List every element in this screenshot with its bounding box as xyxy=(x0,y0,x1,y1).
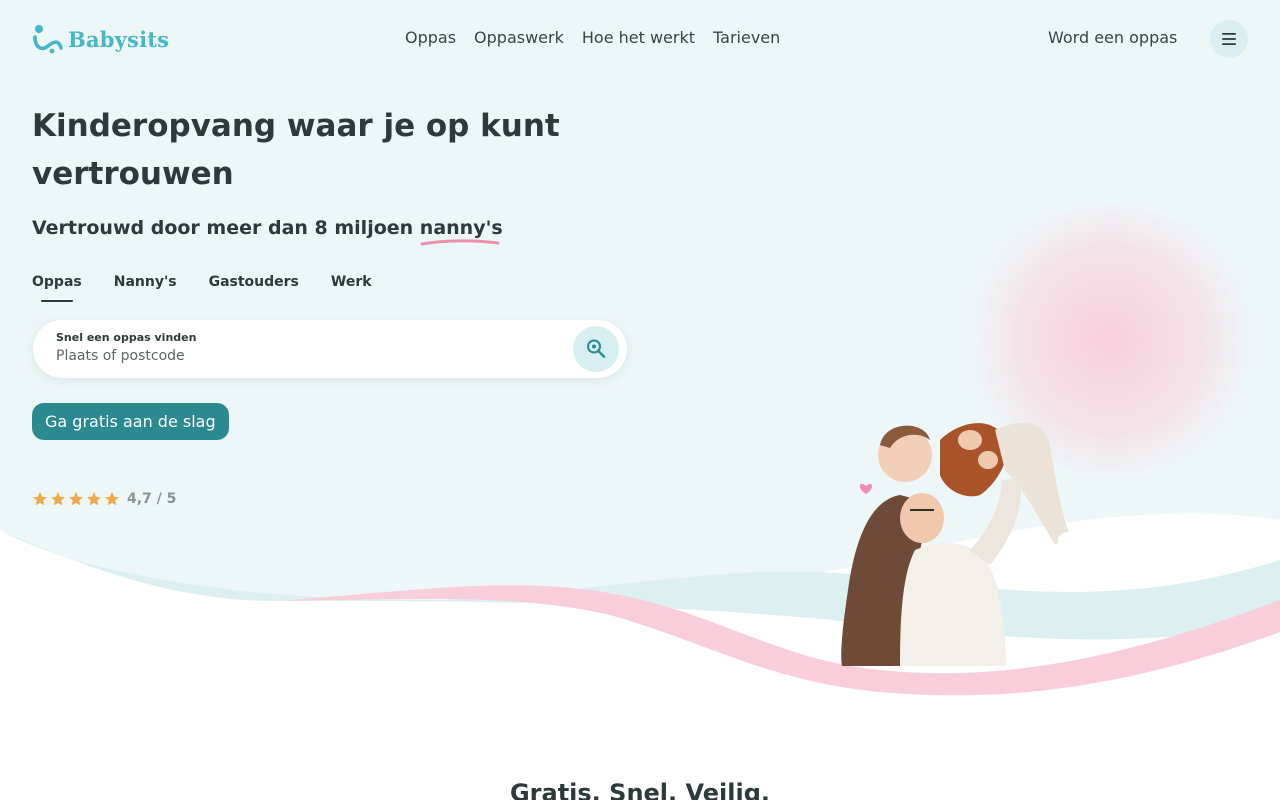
tab-nannys[interactable]: Nanny's xyxy=(114,274,177,298)
rating-score: 4,7 / 5 xyxy=(127,491,177,507)
heart-icon xyxy=(859,483,873,494)
search-box: Snel een oppas vinden xyxy=(33,320,627,378)
star-icon xyxy=(87,492,101,506)
search-button[interactable] xyxy=(573,326,619,372)
hero-subtitle-highlight: nanny's xyxy=(419,217,503,246)
star-icon xyxy=(33,492,47,506)
star-icon xyxy=(51,492,65,506)
section-heading: Gratis. Snel. Veilig. xyxy=(509,779,771,800)
nav-link-oppaswerk[interactable]: Oppaswerk xyxy=(474,28,564,47)
get-started-button[interactable]: Ga gratis aan de slag xyxy=(32,403,229,440)
star-icon xyxy=(69,492,83,506)
search-location-icon xyxy=(587,339,606,358)
nav-link-tarieven[interactable]: Tarieven xyxy=(713,28,780,47)
site-header: Babysits Oppas Oppaswerk Hoe het werkt T… xyxy=(0,0,1280,78)
rating: 4,7 / 5 xyxy=(32,491,176,507)
menu-button[interactable] xyxy=(1210,20,1248,58)
logo[interactable]: Babysits xyxy=(32,24,169,54)
babysits-logo-icon xyxy=(33,25,63,54)
hamburger-menu-icon xyxy=(1222,33,1236,45)
tab-oppas[interactable]: Oppas xyxy=(32,274,82,302)
nav-link-hoe-het-werkt[interactable]: Hoe het werkt xyxy=(582,28,695,47)
search-label: Snel een oppas vinden xyxy=(56,331,197,344)
search-category-tabs: Oppas Nanny's Gastouders Werk xyxy=(32,274,372,302)
become-sitter-link[interactable]: Word een oppas xyxy=(1048,28,1177,47)
nav-link-oppas[interactable]: Oppas xyxy=(405,28,456,47)
highlight-underline xyxy=(420,239,500,246)
search-input[interactable] xyxy=(56,348,556,364)
main-nav: Oppas Oppaswerk Hoe het werkt Tarieven xyxy=(405,28,780,47)
tab-werk[interactable]: Werk xyxy=(331,274,372,298)
hero-subtitle-highlight-text: nanny's xyxy=(419,217,503,239)
star-icon xyxy=(105,492,119,506)
hero-subtitle-prefix: Vertrouwd door meer dan 8 miljoen xyxy=(32,217,414,239)
logo-text: Babysits xyxy=(68,26,170,52)
hero-title: Kinderopvang waar je op kunt vertrouwen xyxy=(32,108,560,192)
tab-gastouders[interactable]: Gastouders xyxy=(209,274,299,298)
hero-photo-mother-and-child xyxy=(841,422,1078,666)
hero-subtitle: Vertrouwd door meer dan 8 miljoen nanny'… xyxy=(32,217,503,246)
